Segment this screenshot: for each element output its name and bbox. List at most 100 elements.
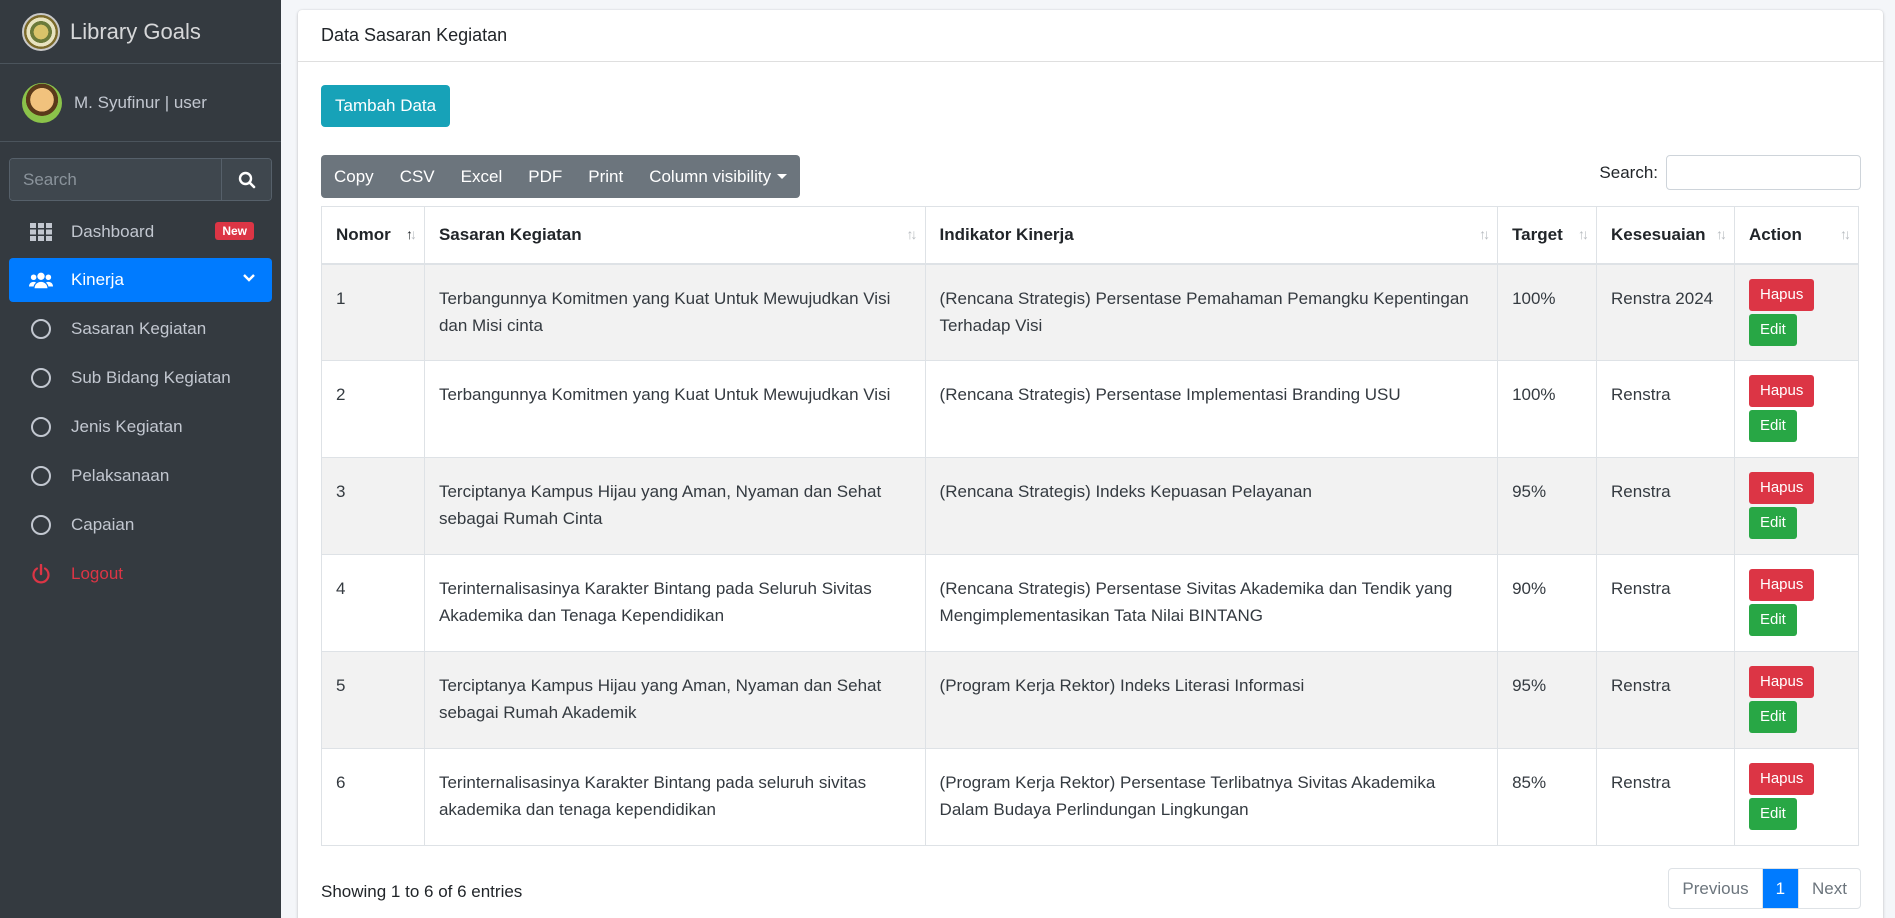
delete-button[interactable]: Hapus: [1749, 763, 1815, 795]
add-data-button[interactable]: Tambah Data: [321, 85, 451, 127]
cell-kesesuaian: Renstra 2024: [1596, 263, 1735, 361]
edit-button[interactable]: Edit: [1749, 701, 1797, 733]
power-icon: [29, 563, 53, 584]
avatar: [22, 82, 62, 123]
edit-button[interactable]: Edit: [1749, 798, 1797, 830]
sort-icon: ↑↓: [906, 226, 918, 242]
sidebar-item-label: Sub Bidang Kegiatan: [71, 367, 231, 387]
sidebar-item-sasaran-kegiatan[interactable]: Sasaran Kegiatan: [9, 306, 272, 351]
cell-action: Hapus Edit: [1734, 263, 1859, 361]
excel-button[interactable]: Excel: [448, 155, 516, 198]
content-card: Data Sasaran Kegiatan Tambah Data Copy C…: [298, 10, 1883, 918]
user-name: M. Syufinur | user: [74, 92, 207, 112]
cell-sasaran: Terbangunnya Komitmen yang Kuat Untuk Me…: [423, 263, 926, 361]
column-header-kesesuaian[interactable]: Kesesuaian ↑↓: [1596, 206, 1735, 265]
search-icon: [238, 171, 255, 188]
column-header-action[interactable]: Action ↑↓: [1734, 206, 1859, 265]
copy-button[interactable]: Copy: [321, 155, 387, 198]
sidebar-item-logout[interactable]: Logout: [9, 551, 272, 596]
cell-nomor: 5: [321, 651, 425, 749]
sidebar-item-label: Pelaksanaan: [71, 465, 170, 485]
circle-icon: [29, 318, 53, 339]
cell-target: 90%: [1497, 554, 1598, 652]
page-1-button[interactable]: 1: [1761, 869, 1799, 908]
delete-button[interactable]: Hapus: [1749, 666, 1815, 698]
cell-action: Hapus Edit: [1734, 748, 1859, 846]
cell-target: 95%: [1497, 651, 1598, 749]
cell-target: 85%: [1497, 748, 1598, 846]
pagination: Previous 1 Next: [1668, 868, 1861, 909]
grid-icon: [29, 222, 53, 242]
table-info: Showing 1 to 6 of 6 entries: [321, 882, 523, 901]
column-header-target[interactable]: Target ↑↓: [1497, 206, 1598, 265]
brand-logo: [22, 12, 60, 51]
edit-button[interactable]: Edit: [1749, 313, 1797, 346]
cell-target: 100%: [1497, 360, 1598, 458]
table-search-input[interactable]: [1666, 155, 1861, 190]
column-header-nomor[interactable]: Nomor ↑↓: [321, 206, 425, 265]
delete-button[interactable]: Hapus: [1749, 375, 1815, 407]
cell-nomor: 6: [321, 748, 425, 846]
print-button[interactable]: Print: [575, 155, 636, 198]
next-page-button[interactable]: Next: [1798, 869, 1860, 908]
circle-icon: [29, 514, 53, 535]
cell-target: 95%: [1497, 457, 1598, 555]
data-table: Nomor ↑↓ Sasaran Kegiatan ↑↓ Indikator Kin…: [321, 206, 1859, 846]
delete-button[interactable]: Hapus: [1749, 569, 1815, 601]
sidebar-item-dashboard[interactable]: Dashboard New: [9, 210, 272, 254]
caret-down-icon: [777, 174, 788, 179]
sidebar-item-jenis-kegiatan[interactable]: Jenis Kegiatan: [9, 404, 272, 449]
sidebar-item-label: Capaian: [71, 514, 135, 534]
circle-icon: [29, 367, 53, 388]
column-header-sasaran[interactable]: Sasaran Kegiatan ↑↓: [423, 206, 926, 265]
cell-action: Hapus Edit: [1734, 651, 1859, 749]
column-header-indikator[interactable]: Indikator Kinerja ↑↓: [924, 206, 1499, 265]
cell-indikator: (Rencana Strategis) Indeks Kepuasan Pela…: [924, 457, 1499, 555]
sidebar-item-pelaksanaan[interactable]: Pelaksanaan: [9, 453, 272, 498]
cell-sasaran: Terbangunnya Komitmen yang Kuat Untuk Me…: [423, 360, 926, 458]
chevron-down-icon: [242, 270, 256, 290]
edit-button[interactable]: Edit: [1749, 410, 1797, 442]
cell-indikator: (Program Kerja Rektor) Persentase Terlib…: [924, 748, 1499, 846]
cell-target: 100%: [1497, 263, 1598, 361]
circle-icon: [29, 465, 53, 486]
sidebar-nav: Dashboard New Kinerja Sasaran Kegiatan S…: [9, 210, 272, 600]
sidebar-item-sub-bidang-kegiatan[interactable]: Sub Bidang Kegiatan: [9, 355, 272, 400]
previous-page-button[interactable]: Previous: [1669, 869, 1761, 908]
sidebar-item-kinerja[interactable]: Kinerja: [9, 258, 272, 302]
sidebar-search-input[interactable]: Search: [10, 159, 221, 200]
cell-kesesuaian: Renstra: [1596, 651, 1735, 749]
table-row: 1 Terbangunnya Komitmen yang Kuat Untuk …: [321, 263, 1859, 361]
column-visibility-label: Column visibility: [649, 166, 772, 186]
cell-nomor: 1: [321, 263, 425, 361]
cell-action: Hapus Edit: [1734, 457, 1859, 555]
cell-indikator: (Program Kerja Rektor) Indeks Literasi I…: [924, 651, 1499, 749]
sidebar-item-capaian[interactable]: Capaian: [9, 502, 272, 547]
cell-sasaran: Terciptanya Kampus Hijau yang Aman, Nyam…: [423, 651, 926, 749]
sidebar-search-button[interactable]: [221, 159, 271, 200]
cell-nomor: 2: [321, 360, 425, 458]
sort-icon: ↑↓: [1479, 226, 1490, 242]
user-panel[interactable]: M. Syufinur | user: [0, 64, 281, 142]
brand-title: Library Goals: [70, 18, 201, 44]
cell-indikator: (Rencana Strategis) Persentase Implement…: [924, 360, 1499, 458]
cell-sasaran: Terciptanya Kampus Hijau yang Aman, Nyam…: [423, 457, 926, 555]
cell-kesesuaian: Renstra: [1596, 554, 1735, 652]
csv-button[interactable]: CSV: [387, 155, 448, 198]
circle-icon: [29, 416, 53, 437]
cell-kesesuaian: Renstra: [1596, 748, 1735, 846]
table-search: Search:: [1599, 155, 1861, 190]
sidebar-item-label: Kinerja: [71, 270, 124, 289]
sort-icon: ↑↓: [1716, 226, 1727, 242]
search-label: Search:: [1599, 162, 1658, 182]
column-visibility-button[interactable]: Column visibility: [636, 155, 800, 198]
delete-button[interactable]: Hapus: [1749, 472, 1815, 504]
pdf-button[interactable]: PDF: [515, 155, 575, 198]
delete-button[interactable]: Hapus: [1749, 278, 1815, 311]
cell-kesesuaian: Renstra: [1596, 457, 1735, 555]
edit-button[interactable]: Edit: [1749, 507, 1797, 539]
edit-button[interactable]: Edit: [1749, 604, 1797, 636]
table-row: 4 Terinternalisasinya Karakter Bintang p…: [321, 554, 1859, 652]
cell-sasaran: Terinternalisasinya Karakter Bintang pad…: [423, 748, 926, 846]
brand-link[interactable]: Library Goals: [0, 0, 281, 64]
